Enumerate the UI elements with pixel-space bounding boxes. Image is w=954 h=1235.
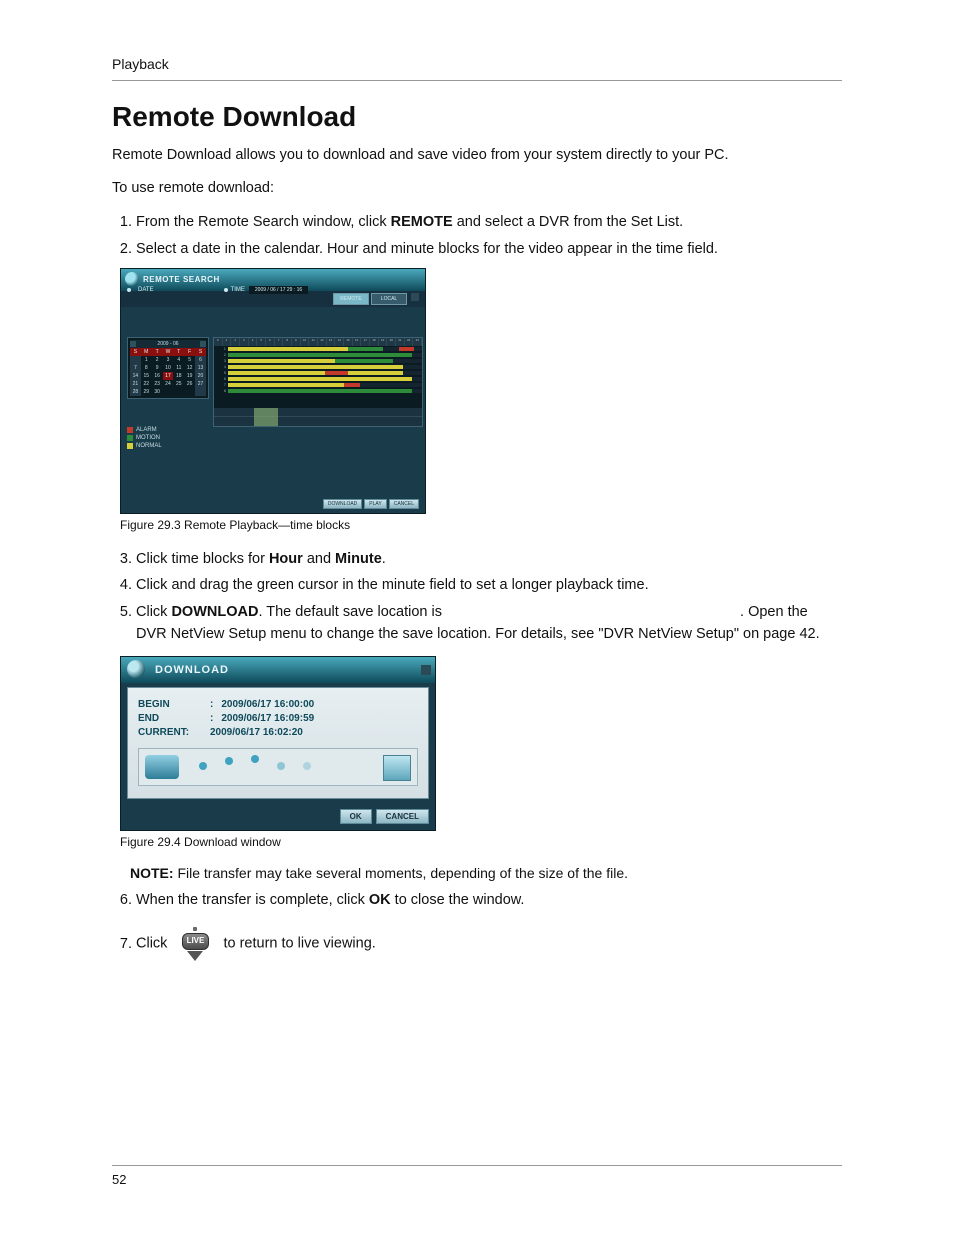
transfer-animation bbox=[138, 748, 418, 786]
legend-swatch-alarm bbox=[127, 427, 133, 433]
step-1: From the Remote Search window, click REM… bbox=[136, 211, 842, 233]
page-footer: 52 bbox=[112, 1165, 842, 1187]
steps-list-top: From the Remote Search window, click REM… bbox=[112, 211, 842, 260]
begin-value: 2009/06/17 16:00:00 bbox=[221, 699, 314, 710]
cancel-button[interactable]: CANCEL bbox=[389, 499, 419, 509]
figure-1-caption: Figure 29.3 Remote Playback—time blocks bbox=[120, 518, 842, 532]
download-button[interactable]: DOWNLOAD bbox=[323, 499, 362, 509]
date-label: DATE bbox=[138, 287, 154, 293]
calendar-prev-icon[interactable] bbox=[130, 341, 136, 347]
time-label: TIME bbox=[231, 287, 245, 293]
legend-swatch-motion bbox=[127, 435, 133, 441]
calendar-grid[interactable]: SMTWTFS 123456 78910111213 1415161718192… bbox=[130, 348, 206, 396]
close-icon[interactable] bbox=[421, 665, 431, 675]
cancel-button[interactable]: CANCEL bbox=[376, 809, 429, 824]
step-2: Select a date in the calendar. Hour and … bbox=[136, 238, 842, 260]
ok-button[interactable]: OK bbox=[340, 809, 372, 824]
step-4: Click and drag the green cursor in the m… bbox=[136, 574, 842, 596]
calendar[interactable]: 2009 - 06 SMTWTFS 123456 78910111213 141… bbox=[127, 337, 209, 399]
source-icon bbox=[145, 755, 179, 779]
calendar-next-icon[interactable] bbox=[200, 341, 206, 347]
panel-header: DATE TIME 2009 / 06 / 17 29 : 16 bbox=[127, 283, 419, 297]
gear-icon bbox=[127, 660, 145, 678]
download-titlebar: DOWNLOAD bbox=[121, 657, 435, 683]
legend: ALARM MOTION NORMAL bbox=[127, 427, 209, 449]
end-label: END bbox=[138, 713, 206, 724]
figure-remote-search: REMOTE SEARCH REMOTE LOCAL DATE TIME 200… bbox=[120, 268, 426, 514]
step-5: Click DOWNLOAD. The default save locatio… bbox=[136, 601, 842, 646]
live-icon[interactable]: LIVE bbox=[177, 927, 213, 960]
timeline-cursor[interactable] bbox=[254, 408, 278, 426]
timeline-hours[interactable]: 01234567891011121314151617181920212223 bbox=[214, 338, 422, 346]
calendar-title: 2009 - 06 bbox=[157, 341, 178, 347]
begin-label: BEGIN bbox=[138, 699, 206, 710]
time-value: 2009 / 06 / 17 29 : 16 bbox=[249, 286, 308, 294]
destination-icon bbox=[383, 755, 411, 781]
end-value: 2009/06/17 16:09:59 bbox=[221, 713, 314, 724]
section-header: Playback bbox=[112, 56, 842, 81]
page-title: Remote Download bbox=[112, 101, 842, 133]
timeline[interactable]: 01234567891011121314151617181920212223 1… bbox=[213, 337, 423, 427]
current-value: 2009/06/17 16:02:20 bbox=[210, 727, 303, 738]
step-3: Click time blocks for Hour and Minute. bbox=[136, 548, 842, 570]
page-number: 52 bbox=[112, 1172, 126, 1187]
note: NOTE: File transfer may take several mom… bbox=[130, 865, 842, 881]
figure-2-caption: Figure 29.4 Download window bbox=[120, 835, 842, 849]
steps-list-bottom: When the transfer is complete, click OK … bbox=[112, 889, 842, 961]
play-button[interactable]: PLAY bbox=[364, 499, 386, 509]
lead-text: To use remote download: bbox=[112, 178, 842, 199]
step-6: When the transfer is complete, click OK … bbox=[136, 889, 842, 911]
current-label: CURRENT: bbox=[138, 727, 206, 738]
intro-text: Remote Download allows you to download a… bbox=[112, 145, 842, 166]
legend-swatch-normal bbox=[127, 443, 133, 449]
timeline-minutes[interactable] bbox=[214, 408, 422, 426]
step-7: Click LIVE to return to live viewing. bbox=[136, 927, 842, 960]
download-title: DOWNLOAD bbox=[155, 664, 229, 676]
steps-list-mid: Click time blocks for Hour and Minute. C… bbox=[112, 548, 842, 646]
figure-download-window: DOWNLOAD BEGIN:2009/06/17 16:00:00 END:2… bbox=[120, 656, 436, 831]
